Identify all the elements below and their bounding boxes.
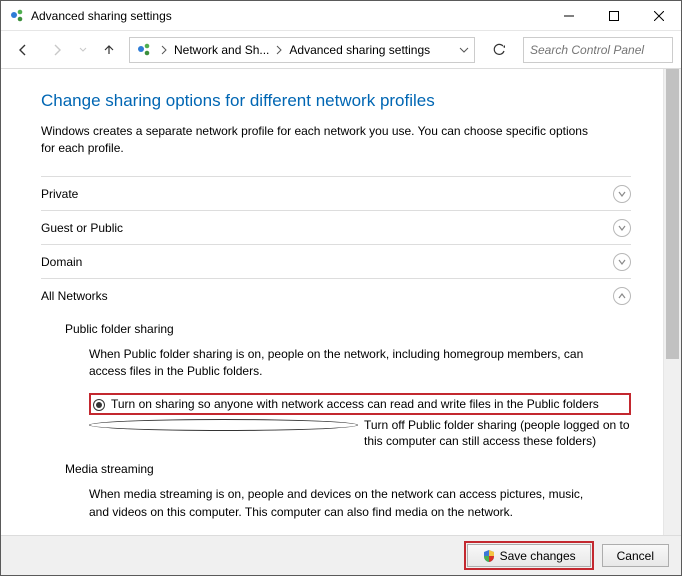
window-controls [546,1,681,30]
section-label: Domain [41,255,613,269]
radio-group-public-folder: Turn on sharing so anyone with network a… [65,393,631,453]
radio-on[interactable] [93,399,105,411]
highlight-box: Turn on sharing so anyone with network a… [89,393,631,415]
shield-icon [482,549,496,563]
chevron-up-icon[interactable] [613,287,631,305]
window: Advanced sharing settings Network and Sh… [0,0,682,576]
footer: Save changes Cancel [1,535,681,575]
radio-on-label[interactable]: Turn on sharing so anyone with network a… [111,397,599,411]
sub-description: When Public folder sharing is on, people… [65,346,605,381]
maximize-button[interactable] [591,1,636,30]
sub-title: Public folder sharing [65,322,631,336]
window-title: Advanced sharing settings [31,9,172,23]
breadcrumb-network[interactable]: Network and Sh... [170,43,273,57]
section-domain[interactable]: Domain [41,244,631,278]
titlebar: Advanced sharing settings [1,1,681,31]
sub-title: Media streaming [65,462,631,476]
search-box[interactable] [523,37,673,63]
highlight-box: Save changes [464,541,594,570]
history-dropdown[interactable] [77,47,89,53]
section-label: Guest or Public [41,221,613,235]
scrollbar[interactable] [663,69,681,535]
sub-description: When media streaming is on, people and d… [65,486,605,521]
chevron-right-icon[interactable] [158,45,170,55]
section-all-networks[interactable]: All Networks [41,278,631,312]
page-title: Change sharing options for different net… [41,91,631,111]
refresh-button[interactable] [485,37,513,63]
section-guest[interactable]: Guest or Public [41,210,631,244]
radio-off-label[interactable]: Turn off Public folder sharing (people l… [364,417,631,451]
cancel-button-label: Cancel [617,549,654,563]
subsection-public-folder: Public folder sharing When Public folder… [41,312,631,452]
addressbar[interactable]: Network and Sh... Advanced sharing setti… [129,37,475,63]
navbar: Network and Sh... Advanced sharing setti… [1,31,681,69]
section-private[interactable]: Private [41,176,631,210]
search-input[interactable] [530,43,682,57]
close-button[interactable] [636,1,681,30]
chevron-down-icon[interactable] [613,219,631,237]
section-label: All Networks [41,289,613,303]
chevron-right-icon[interactable] [273,45,285,55]
up-button[interactable] [95,36,123,64]
back-button[interactable] [9,36,37,64]
chevron-down-icon[interactable] [613,185,631,203]
cancel-button[interactable]: Cancel [602,544,669,567]
breadcrumb-advanced[interactable]: Advanced sharing settings [285,43,434,57]
section-label: Private [41,187,613,201]
scroll-thumb[interactable] [666,69,679,359]
chevron-down-icon[interactable] [613,253,631,271]
save-button[interactable]: Save changes [467,544,591,567]
content-area: Change sharing options for different net… [1,69,681,535]
radio-off[interactable] [89,419,358,431]
forward-button[interactable] [43,36,71,64]
save-button-label: Save changes [500,549,576,563]
minimize-button[interactable] [546,1,591,30]
location-icon [130,42,158,58]
app-icon [9,8,25,24]
page-description: Windows creates a separate network profi… [41,123,601,158]
address-dropdown[interactable] [454,38,474,62]
subsection-media-streaming: Media streaming When media streaming is … [41,452,631,535]
